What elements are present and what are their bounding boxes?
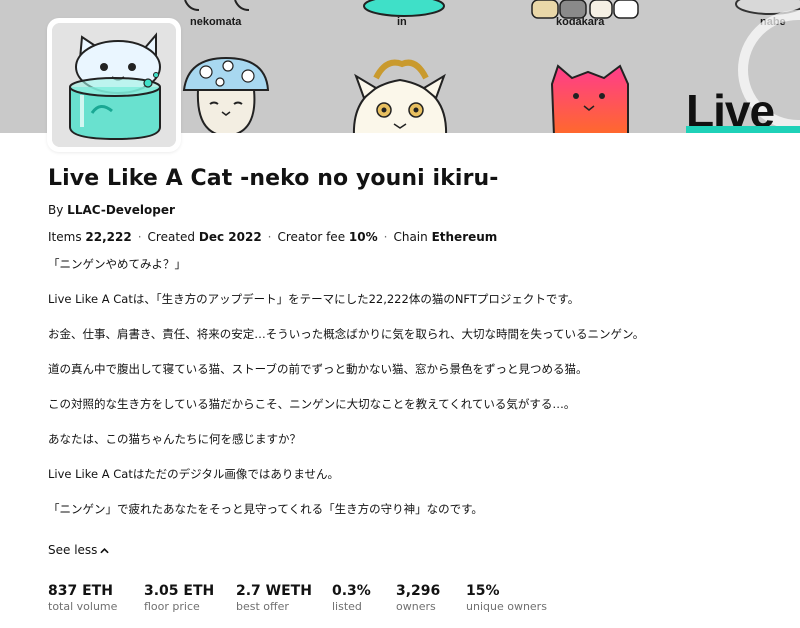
- description-paragraph: お金、仕事、肩書き、責任、将来の安定…そういった概念ばかりに気を取られ、大切な時…: [48, 327, 645, 341]
- items-value: 22,222: [85, 230, 132, 244]
- chevron-up-icon: [100, 547, 109, 553]
- chain-label: Chain: [393, 230, 428, 244]
- stat-label: best offer: [236, 600, 289, 613]
- see-less-button[interactable]: See less: [48, 543, 109, 557]
- stat-label: listed: [332, 600, 362, 613]
- stat-label: total volume: [48, 600, 118, 613]
- stat-total-volume[interactable]: 837 ETH total volume: [48, 583, 144, 614]
- cat-in-jar-logo: [52, 23, 176, 147]
- chain-value: Ethereum: [431, 230, 498, 244]
- stat-value: 2.7 WETH: [236, 583, 312, 599]
- description-paragraph: 「ニンゲン」で疲れたあなたをそっと見守ってくれる「生き方の守り神」なのです。: [48, 502, 483, 516]
- stat-value: 3.05 ETH: [144, 583, 215, 599]
- creator-byline: By LLAC-Developer: [48, 203, 175, 217]
- pink-cat-art: [550, 64, 629, 133]
- separator-dot: ·: [383, 230, 388, 244]
- created-value: Dec 2022: [198, 230, 262, 244]
- see-less-label: See less: [48, 543, 98, 557]
- description-paragraph: 道の真ん中で腹出して寝ている猫、ストーブの前でずっと動かない猫、窓から景色をずっ…: [48, 362, 588, 376]
- creator-link[interactable]: LLAC-Developer: [67, 203, 175, 217]
- by-prefix: By: [48, 203, 64, 217]
- creator-fee-label: Creator fee: [277, 230, 346, 244]
- collection-avatar: [47, 18, 181, 152]
- description-paragraph: 「ニンゲンやめてみよ？」: [48, 257, 186, 271]
- stat-unique-owners[interactable]: 15% unique owners: [466, 583, 566, 614]
- stat-value: 0.3%: [332, 583, 371, 599]
- banner-label-nekomata: nekomata: [190, 16, 242, 28]
- collection-meta: Items 22,222 · Created Dec 2022 · Creator fe…: [48, 230, 497, 244]
- description-paragraph: Live Like A Catはただのデジタル画像ではありません。: [48, 467, 340, 481]
- stat-floor-price[interactable]: 3.05 ETH floor price: [144, 583, 236, 614]
- description-paragraph: Live Like A Catは、「生き方のアップデート」をテーマにした22,2…: [48, 292, 580, 306]
- description-paragraph: あなたは、この猫ちゃんたちに何を感じますか？: [48, 432, 301, 446]
- stat-listed[interactable]: 0.3% listed: [332, 583, 396, 614]
- stat-owners[interactable]: 3,296 owners: [396, 583, 466, 614]
- mushroom-cat-art: [182, 56, 270, 133]
- stat-value: 15%: [466, 583, 500, 599]
- stat-value: 3,296: [396, 583, 441, 599]
- description-paragraph: この対照的な生き方をしている猫だからこそ、ニンゲンに大切なことを教えてくれている…: [48, 397, 576, 411]
- collection-stats: 837 ETH total volume 3.05 ETH floor pric…: [48, 583, 566, 614]
- cat-in-pot-art: [363, 0, 445, 17]
- collection-description: 「ニンゲンやめてみよ？」 Live Like A Catは、「生き方のアップデー…: [48, 256, 768, 536]
- collection-title: Live Like A Cat -neko no youni ikiru-: [48, 166, 499, 191]
- creator-fee-value: 10%: [348, 230, 378, 244]
- stat-best-offer[interactable]: 2.7 WETH best offer: [236, 583, 332, 614]
- items-label: Items: [48, 230, 82, 244]
- stat-label: floor price: [144, 600, 200, 613]
- created-label: Created: [147, 230, 196, 244]
- separator-dot: ·: [267, 230, 272, 244]
- kodakara-cats-art: [531, 0, 639, 19]
- separator-dot: ·: [137, 230, 142, 244]
- stat-value: 837 ETH: [48, 583, 113, 599]
- nekomata-art: [184, 0, 250, 11]
- guardian-cat-art: [353, 59, 447, 133]
- stat-label: owners: [396, 600, 436, 613]
- stat-label: unique owners: [466, 600, 547, 613]
- banner-accent-line: [686, 126, 800, 133]
